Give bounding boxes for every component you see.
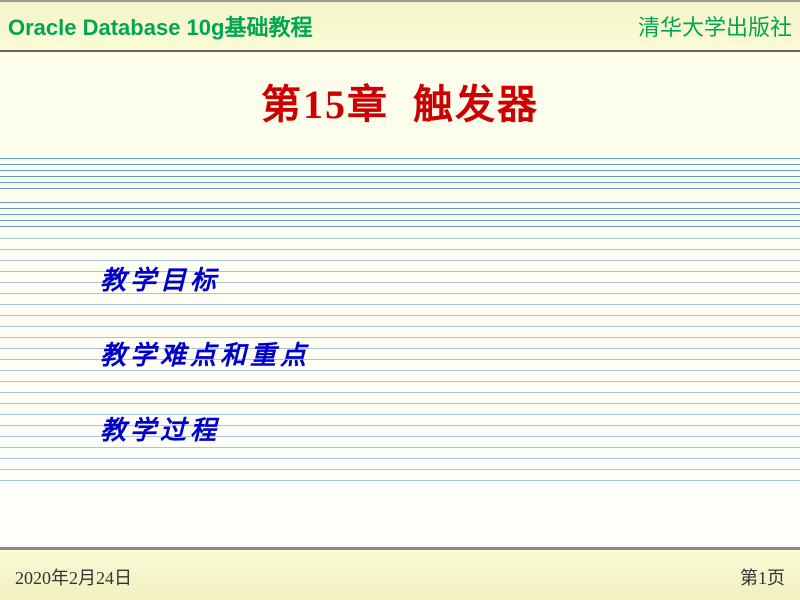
chapter-prefix: 第 [261,82,303,127]
content-item-objectives: 教学目标 [100,260,310,297]
footer-page-number: 第1页 [740,564,785,590]
chapter-title: 第15章 触发器 [0,72,800,130]
publisher-name: 清华大学出版社 [638,10,792,42]
slide-header: Oracle Database 10g基础教程 清华大学出版社 [0,0,800,52]
content-item-keypoints: 教学难点和重点 [100,335,310,372]
chapter-title-area: 第15章 触发器 [0,64,800,134]
chapter-topic: 触发器 [413,82,539,127]
chapter-suffix: 章 [347,82,389,127]
content-item-process: 教学过程 [100,410,310,447]
decorative-lines-upper [0,158,800,194]
slide-footer: 2020年2月24日 第1页 [0,548,800,600]
chapter-number: 15 [303,82,347,127]
footer-date: 2020年2月24日 [15,564,132,590]
decorative-lines-lower [0,202,800,232]
content-list: 教学目标 教学难点和重点 教学过程 [100,260,310,485]
course-title: Oracle Database 10g基础教程 [8,10,312,42]
slide-container: Oracle Database 10g基础教程 清华大学出版社 第15章 触发器… [0,0,800,600]
